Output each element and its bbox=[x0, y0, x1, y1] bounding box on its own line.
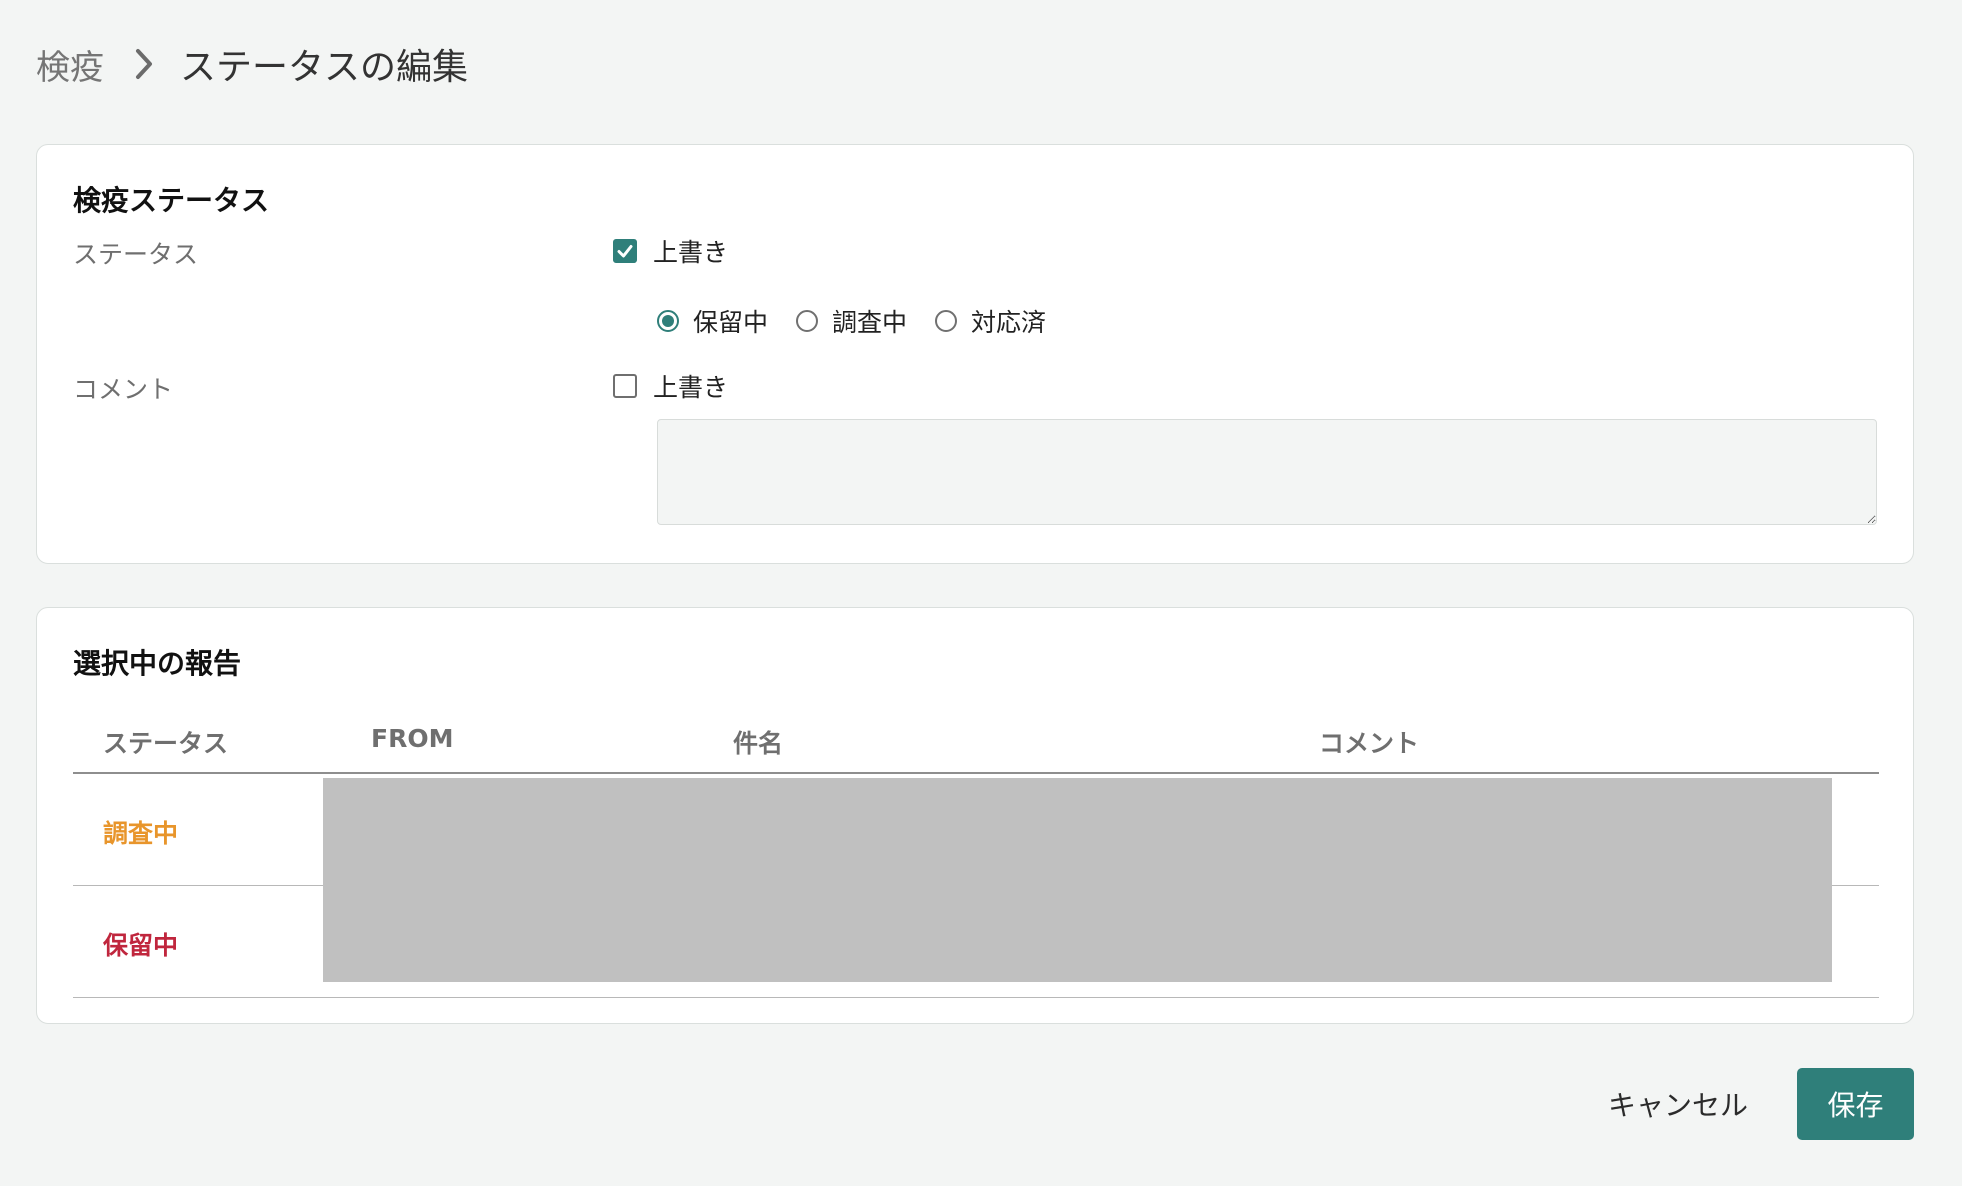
radio-label: 調査中 bbox=[832, 308, 908, 337]
row-status: 調査中 bbox=[103, 819, 179, 848]
chevron-right-icon bbox=[134, 47, 154, 81]
checkbox-unchecked-icon[interactable] bbox=[613, 374, 637, 398]
radio-selected-icon[interactable] bbox=[657, 310, 679, 332]
radio-on-hold[interactable]: 保留中 bbox=[657, 303, 768, 339]
cancel-button[interactable]: キャンセル bbox=[1590, 1068, 1766, 1140]
row-status: 保留中 bbox=[103, 931, 179, 960]
radio-label: 保留中 bbox=[693, 308, 769, 337]
comment-textarea[interactable] bbox=[657, 419, 1877, 525]
radio-unselected-icon[interactable] bbox=[935, 310, 958, 332]
quarantine-status-card: 検疫ステータス ステータス 上書き 保留中 調査中 対応済 コメント 上書き bbox=[36, 144, 1914, 564]
card-title: 選択中の報告 bbox=[73, 647, 242, 680]
table-header: ステータス FROM 件名 コメント bbox=[73, 708, 1879, 774]
page-title: ステータスの編集 bbox=[180, 47, 469, 88]
status-override-label: 上書き bbox=[653, 238, 729, 267]
column-header-status[interactable]: ステータス bbox=[103, 724, 228, 760]
comment-field-label: コメント bbox=[73, 375, 174, 404]
column-header-from[interactable]: FROM bbox=[371, 724, 453, 753]
breadcrumb: 検疫 ステータスの編集 bbox=[36, 38, 468, 90]
column-header-subject[interactable]: 件名 bbox=[733, 724, 783, 760]
radio-label: 対応済 bbox=[971, 308, 1047, 337]
status-override-checkbox[interactable]: 上書き bbox=[613, 233, 728, 269]
checkbox-checked-icon[interactable] bbox=[613, 239, 637, 263]
breadcrumb-parent-link[interactable]: 検疫 bbox=[36, 40, 104, 89]
comment-override-label: 上書き bbox=[653, 373, 729, 402]
radio-unselected-icon[interactable] bbox=[796, 310, 819, 332]
selected-reports-card: 選択中の報告 ステータス FROM 件名 コメント 調査中 保留中 bbox=[36, 607, 1914, 1024]
redacted-area bbox=[323, 778, 1832, 982]
column-header-comment[interactable]: コメント bbox=[1319, 724, 1419, 760]
comment-override-checkbox[interactable]: 上書き bbox=[613, 368, 728, 404]
status-field-label: ステータス bbox=[73, 240, 199, 269]
status-radio-group: 保留中 調査中 対応済 bbox=[657, 303, 1046, 339]
save-button[interactable]: 保存 bbox=[1797, 1068, 1914, 1140]
card-title: 検疫ステータス bbox=[73, 184, 270, 217]
radio-investigating[interactable]: 調査中 bbox=[796, 303, 907, 339]
radio-resolved[interactable]: 対応済 bbox=[935, 303, 1046, 339]
